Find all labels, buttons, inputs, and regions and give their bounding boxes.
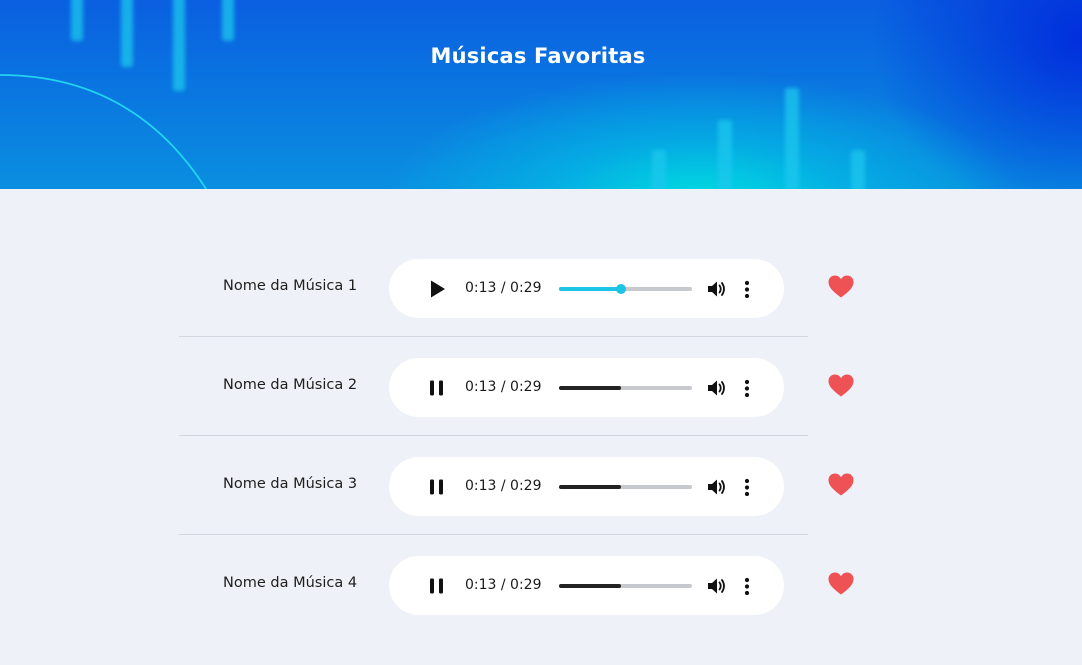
volume-button[interactable]	[706, 476, 728, 498]
track-row: Nome da Música 3 0:13 / 0:29	[179, 436, 879, 535]
volume-icon	[707, 478, 727, 496]
pause-icon	[428, 577, 446, 595]
track-list: Nome da Música 1 0:13 / 0:29 Nome da Mús…	[179, 238, 879, 634]
more-options-button[interactable]	[737, 278, 757, 300]
pause-button[interactable]	[425, 376, 449, 400]
progress-fill	[559, 485, 621, 489]
progress-slider[interactable]	[559, 284, 692, 294]
time-display: 0:13 / 0:29	[465, 577, 542, 593]
heart-icon	[828, 275, 854, 298]
progress-fill	[559, 584, 621, 588]
track-name: Nome da Música 2	[223, 377, 358, 393]
favorite-button[interactable]	[827, 372, 855, 398]
time-display: 0:13 / 0:29	[465, 379, 542, 395]
progress-slider[interactable]	[559, 386, 692, 390]
volume-button[interactable]	[706, 377, 728, 399]
more-vertical-icon	[744, 379, 750, 397]
more-vertical-icon	[744, 478, 750, 496]
page-title: Músicas Favoritas	[430, 44, 646, 68]
more-options-button[interactable]	[737, 377, 757, 399]
volume-icon	[707, 577, 727, 595]
pause-button[interactable]	[425, 574, 449, 598]
audio-player: 0:13 / 0:29	[389, 259, 784, 318]
track-name: Nome da Música 1	[223, 278, 358, 294]
pause-button[interactable]	[425, 475, 449, 499]
audio-player: 0:13 / 0:29	[389, 556, 784, 615]
audio-player: 0:13 / 0:29	[389, 358, 784, 417]
more-vertical-icon	[744, 280, 750, 298]
heart-icon	[828, 473, 854, 496]
track-row: Nome da Música 4 0:13 / 0:29	[179, 535, 879, 634]
favorite-button[interactable]	[827, 273, 855, 299]
progress-slider[interactable]	[559, 584, 692, 588]
progress-thumb[interactable]	[615, 284, 626, 294]
heart-icon	[828, 374, 854, 397]
more-vertical-icon	[744, 577, 750, 595]
time-display: 0:13 / 0:29	[465, 280, 542, 296]
favorite-button[interactable]	[827, 570, 855, 596]
progress-fill	[559, 287, 621, 291]
time-display: 0:13 / 0:29	[465, 478, 542, 494]
volume-icon	[707, 280, 727, 298]
favorite-button[interactable]	[827, 471, 855, 497]
play-icon	[427, 279, 447, 299]
volume-icon	[707, 379, 727, 397]
track-row: Nome da Música 1 0:13 / 0:29	[179, 238, 879, 337]
audio-player: 0:13 / 0:29	[389, 457, 784, 516]
progress-fill	[559, 386, 621, 390]
heart-icon	[828, 572, 854, 595]
volume-button[interactable]	[706, 278, 728, 300]
pause-icon	[428, 478, 446, 496]
more-options-button[interactable]	[737, 575, 757, 597]
progress-slider[interactable]	[559, 485, 692, 489]
banner-decoration	[0, 0, 865, 189]
pause-icon	[428, 379, 446, 397]
more-options-button[interactable]	[737, 476, 757, 498]
header-banner: Músicas Favoritas	[0, 0, 1082, 189]
track-row: Nome da Música 2 0:13 / 0:29	[179, 337, 879, 436]
track-name: Nome da Música 4	[223, 575, 358, 591]
volume-button[interactable]	[706, 575, 728, 597]
track-name: Nome da Música 3	[223, 476, 358, 492]
play-button[interactable]	[425, 277, 449, 301]
